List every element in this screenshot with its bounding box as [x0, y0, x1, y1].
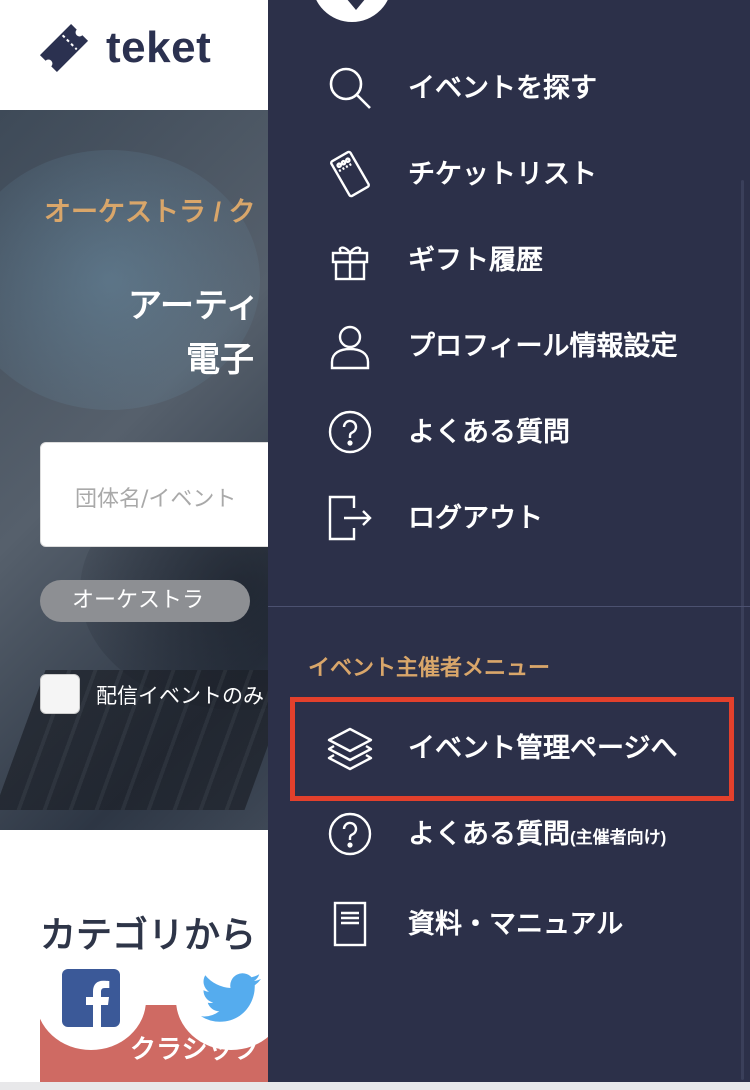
menu-item-documents-manual[interactable]: 資料・マニュアル: [268, 884, 750, 964]
menu-item-event-management[interactable]: イベント管理ページへ: [268, 708, 750, 788]
ticket-logo-icon: [32, 16, 96, 80]
menu-item-profile-settings[interactable]: プロフィール情報設定: [268, 306, 750, 386]
menu-item-find-events[interactable]: イベントを探す: [268, 48, 750, 128]
ticket-icon: [326, 150, 374, 198]
gift-icon: [326, 236, 374, 284]
menu-label: よくある質問: [408, 417, 570, 447]
menu-item-gift-history[interactable]: ギフト履歴: [268, 220, 750, 300]
hero-category[interactable]: オーケストラ / ク: [44, 190, 256, 229]
search-icon: [326, 64, 374, 112]
twitter-icon: [201, 973, 261, 1027]
organizer-menu-title: イベント主催者メニュー: [308, 655, 551, 680]
menu-item-faq[interactable]: よくある質問: [268, 392, 750, 472]
menu-label: ギフト履歴: [408, 245, 543, 275]
category-tag[interactable]: オーケストラ: [40, 580, 250, 622]
help-icon: [326, 408, 374, 456]
document-icon: [326, 900, 374, 948]
drawer-divider: [268, 606, 750, 607]
menu-label: イベントを探す: [408, 73, 597, 103]
logo-text: teket: [106, 23, 212, 72]
facebook-icon: [62, 969, 120, 1031]
teket-logo[interactable]: teket: [32, 16, 211, 80]
menu-item-organizer-faq[interactable]: よくある質問(主催者向け): [268, 794, 750, 874]
menu-label-sub: (主催者向け): [570, 828, 667, 847]
search-placeholder: 団体名/イベント: [75, 487, 237, 512]
hero-title-line2: 電子: [186, 341, 254, 379]
user-icon: [326, 322, 374, 370]
hero-title-line1: アーティ: [128, 287, 260, 325]
menu-label: ログアウト: [408, 503, 543, 533]
streaming-only-checkbox[interactable]: [40, 674, 80, 714]
nav-drawer: イベントを探す チケットリスト ギフト履歴 プロフィール情報設定 よくある質問 …: [268, 0, 750, 1082]
menu-label: 資料・マニュアル: [408, 909, 624, 939]
logout-icon: [326, 494, 374, 542]
help-icon: [326, 810, 374, 858]
facebook-share-button[interactable]: [36, 950, 146, 1050]
checkbox-label: 配信イベントのみ: [96, 684, 264, 708]
avatar[interactable]: [312, 0, 392, 22]
menu-label-main: よくある質問: [408, 819, 570, 849]
menu-item-ticket-list[interactable]: チケットリスト: [268, 134, 750, 214]
menu-label: プロフィール情報設定: [408, 331, 678, 361]
menu-label: イベント管理ページへ: [408, 733, 678, 763]
menu-label: よくある質問(主催者向け): [408, 794, 666, 874]
menu-item-logout[interactable]: ログアウト: [268, 478, 750, 558]
bottom-strip: [0, 1082, 750, 1090]
menu-label: チケットリスト: [408, 159, 597, 189]
layers-icon: [326, 724, 374, 772]
